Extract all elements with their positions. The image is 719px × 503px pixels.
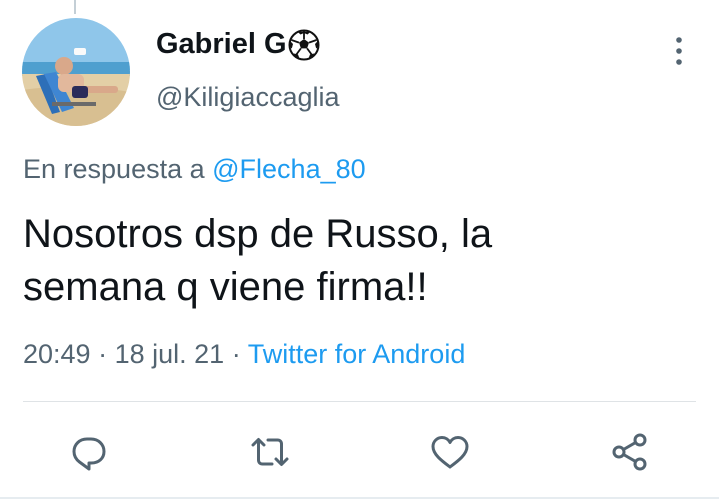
soccer-ball-icon bbox=[288, 29, 320, 61]
share-button[interactable] bbox=[608, 430, 652, 474]
tweet-text: Nosotros dsp de Russo, la semana q viene… bbox=[23, 208, 683, 314]
thread-line bbox=[74, 0, 76, 14]
tweet-text-line: semana q viene firma!! bbox=[23, 265, 428, 309]
meta-separator: · bbox=[98, 339, 108, 369]
display-name[interactable]: Gabriel G bbox=[156, 28, 320, 61]
meta-separator: · bbox=[231, 339, 241, 369]
avatar-image bbox=[22, 18, 130, 126]
like-button[interactable] bbox=[428, 430, 472, 474]
avatar[interactable] bbox=[22, 18, 130, 126]
user-handle[interactable]: @Kiligiaccaglia bbox=[156, 82, 340, 113]
tweet-time[interactable]: 20:49 bbox=[23, 339, 91, 369]
bottom-border bbox=[0, 497, 719, 499]
reply-icon bbox=[72, 437, 106, 471]
retweet-button[interactable] bbox=[248, 430, 292, 474]
reply-button[interactable] bbox=[67, 430, 111, 474]
reply-context-prefix: En respuesta a bbox=[23, 154, 205, 184]
divider bbox=[23, 401, 696, 402]
tweet-date[interactable]: 18 jul. 21 bbox=[115, 339, 225, 369]
reply-context: En respuesta a @Flecha_80 bbox=[23, 154, 366, 185]
heart-icon bbox=[431, 436, 469, 469]
tweet-meta: 20:49 · 18 jul. 21 · Twitter for Android bbox=[23, 339, 465, 370]
display-name-text: Gabriel G bbox=[156, 28, 287, 60]
more-options-icon[interactable] bbox=[668, 34, 690, 68]
tweet-text-line: Nosotros dsp de Russo, la bbox=[23, 212, 493, 256]
share-icon bbox=[612, 433, 647, 471]
retweet-icon bbox=[251, 438, 289, 466]
reply-mention-link[interactable]: @Flecha_80 bbox=[212, 154, 366, 184]
tweet-source-link[interactable]: Twitter for Android bbox=[248, 339, 466, 369]
